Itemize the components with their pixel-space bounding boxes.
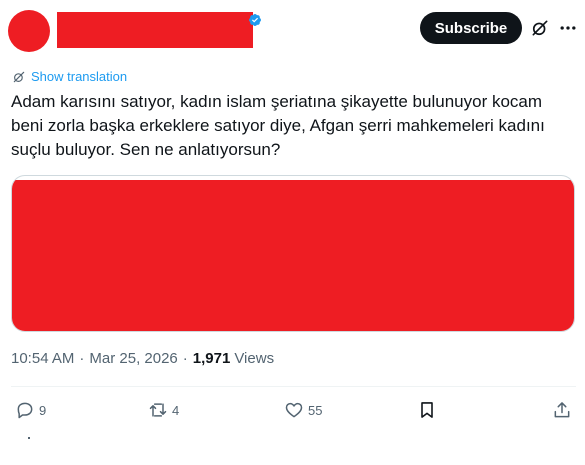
reply-count: 9	[39, 402, 47, 418]
share-button[interactable]	[552, 400, 572, 420]
translate-icon	[13, 71, 25, 82]
avatar[interactable]	[8, 10, 50, 52]
tweet-date[interactable]: Mar 25, 2026	[89, 350, 177, 367]
like-icon	[285, 402, 303, 418]
verified-badge-icon	[249, 14, 261, 26]
repost-icon	[149, 403, 167, 417]
views-label: Views	[234, 350, 275, 367]
meta-separator: ·	[182, 350, 188, 367]
tweet-meta: 10:54 AM · Mar 25, 2026 · 1,971 Views	[11, 350, 274, 367]
author-name-redacted[interactable]	[57, 12, 253, 48]
grok-icon[interactable]	[530, 18, 550, 38]
tweet-media[interactable]	[11, 175, 575, 332]
subscribe-button[interactable]: Subscribe	[420, 12, 522, 44]
tweet-time[interactable]: 10:54 AM	[11, 350, 74, 367]
bookmark-button[interactable]	[417, 400, 437, 420]
share-icon	[554, 402, 570, 418]
decorative-dot	[28, 437, 30, 439]
reply-button[interactable]: 9	[15, 400, 46, 420]
tweet-text: Adam karısını satıyor, kadın islam şeria…	[11, 92, 545, 159]
views-count: 1,971	[192, 350, 231, 367]
repost-button[interactable]: 4	[148, 400, 179, 420]
media-redacted	[12, 180, 574, 331]
reply-icon	[17, 402, 33, 419]
show-translation-link[interactable]: Show translation	[12, 69, 127, 84]
meta-separator: ·	[79, 350, 85, 367]
bookmark-icon	[421, 402, 433, 418]
like-button[interactable]: 55	[284, 400, 322, 420]
repost-count: 4	[172, 402, 180, 418]
more-icon[interactable]	[558, 18, 578, 38]
show-translation-label: Show translation	[31, 69, 128, 84]
divider	[11, 386, 576, 387]
action-bar: 9 4 55	[0, 400, 585, 424]
like-count: 55	[308, 402, 323, 418]
